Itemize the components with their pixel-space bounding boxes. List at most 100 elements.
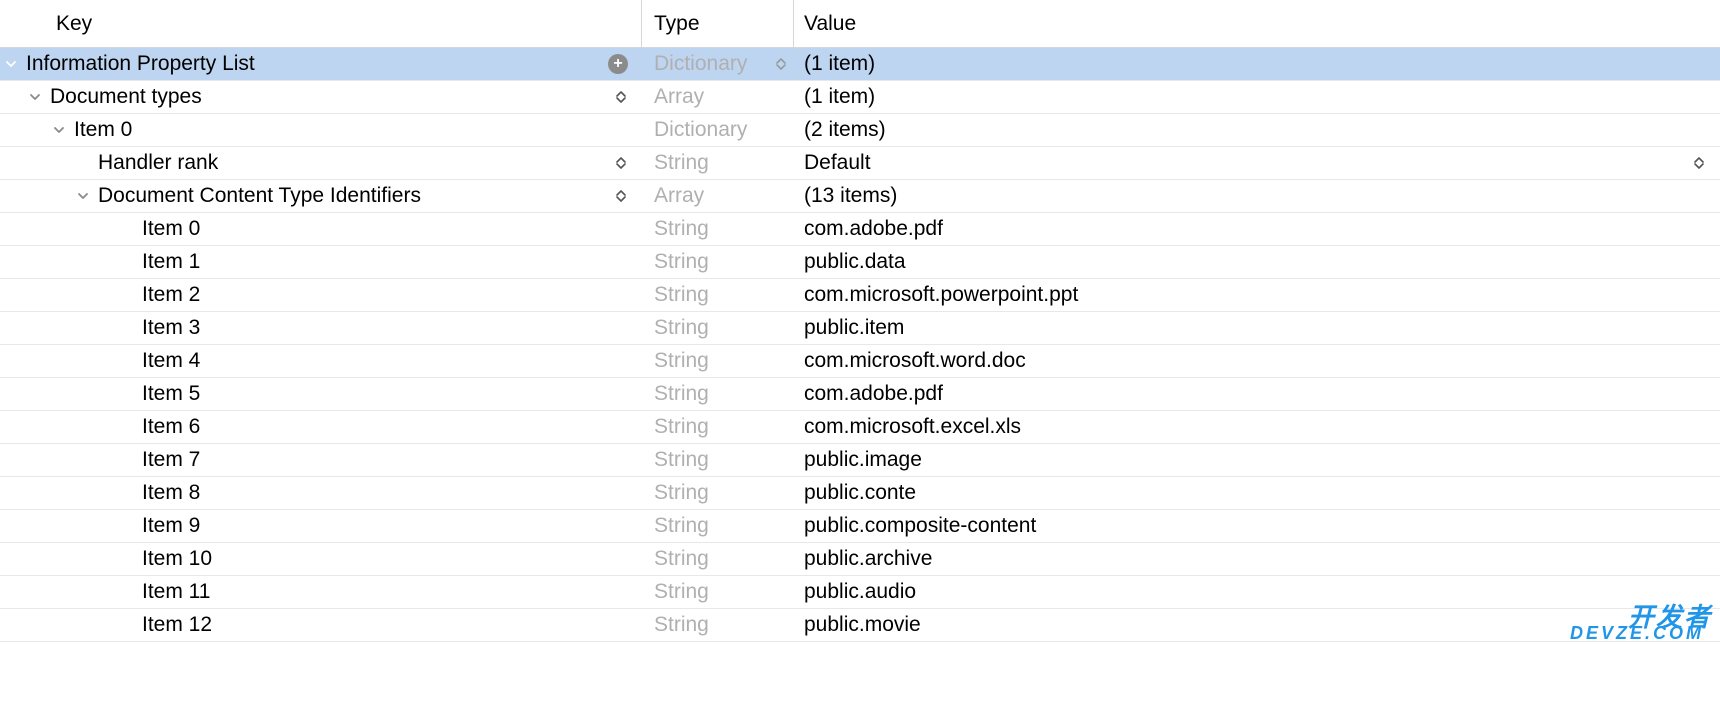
key-cell[interactable]: Item 9 — [0, 510, 642, 542]
type-cell[interactable]: String — [642, 543, 794, 575]
key-cell[interactable]: Item 11 — [0, 576, 642, 608]
type-cell[interactable]: Dictionary — [642, 48, 794, 80]
value-cell[interactable]: com.adobe.pdf — [794, 378, 1720, 410]
type-text: String — [654, 448, 709, 472]
table-row[interactable]: Item 9 String public.composite-content — [0, 510, 1720, 543]
value-text: com.microsoft.excel.xls — [804, 415, 1021, 439]
key-cell[interactable]: Item 1 — [0, 246, 642, 278]
value-cell[interactable]: (1 item) — [794, 48, 1720, 80]
key-cell[interactable]: Document types — [0, 81, 642, 113]
type-cell[interactable]: String — [642, 312, 794, 344]
table-row[interactable]: Item 3 String public.item — [0, 312, 1720, 345]
key-cell[interactable]: Item 12 — [0, 609, 642, 641]
table-row[interactable]: Item 8Stringpublic.conte — [0, 477, 1720, 510]
type-cell[interactable]: String — [642, 477, 794, 509]
table-row[interactable]: Item 5Stringcom.adobe.pdf — [0, 378, 1720, 411]
table-row[interactable]: Information Property List+Dictionary(1 i… — [0, 48, 1720, 81]
table-row[interactable]: Document typesArray (1 item) — [0, 81, 1720, 114]
type-cell[interactable]: Array — [642, 180, 794, 212]
value-cell[interactable]: public.image — [794, 444, 1720, 476]
table-row[interactable]: Item 6 String com.microsoft.excel.xls — [0, 411, 1720, 444]
key-cell[interactable]: Item 6 — [0, 411, 642, 443]
type-cell[interactable]: String — [642, 411, 794, 443]
table-row[interactable]: Item 1Stringpublic.data — [0, 246, 1720, 279]
value-text: com.microsoft.word.doc — [804, 349, 1026, 373]
header-type[interactable]: Type — [642, 0, 794, 47]
key-inner: Item 5 — [0, 382, 642, 406]
type-stepper-icon[interactable] — [774, 54, 788, 74]
table-row[interactable]: Item 10Stringpublic.archive — [0, 543, 1720, 576]
key-cell[interactable]: Item 4 — [0, 345, 642, 377]
type-text: String — [654, 514, 709, 538]
type-text: String — [654, 316, 709, 340]
key-stepper-icon[interactable] — [614, 186, 628, 206]
plus-icon[interactable]: + — [608, 54, 628, 74]
type-cell[interactable]: String — [642, 213, 794, 245]
value-cell[interactable]: public.archive — [794, 543, 1720, 575]
value-cell[interactable]: (13 items) — [794, 180, 1720, 212]
header-key[interactable]: Key — [0, 0, 642, 47]
chevron-down-icon[interactable] — [76, 189, 90, 203]
key-text: Item 12 — [142, 613, 212, 637]
type-cell[interactable]: String — [642, 609, 794, 641]
key-cell[interactable]: Item 7 — [0, 444, 642, 476]
table-row[interactable]: Item 4 String com.microsoft.word.doc — [0, 345, 1720, 378]
type-cell[interactable]: Dictionary — [642, 114, 794, 146]
value-cell[interactable]: Default — [794, 147, 1720, 179]
value-cell[interactable]: public.conte — [794, 477, 1720, 509]
type-cell[interactable]: String — [642, 576, 794, 608]
key-cell[interactable]: Item 3 — [0, 312, 642, 344]
key-cell[interactable]: Handler rank — [0, 147, 642, 179]
value-cell[interactable]: com.microsoft.powerpoint.ppt — [794, 279, 1720, 311]
table-row[interactable]: Item 11Stringpublic.audio — [0, 576, 1720, 609]
table-row[interactable]: Item 7 String public.image — [0, 444, 1720, 477]
table-row[interactable]: Handler rank String Default — [0, 147, 1720, 180]
key-cell[interactable]: Item 8 — [0, 477, 642, 509]
type-cell[interactable]: String — [642, 510, 794, 542]
value-cell[interactable]: com.adobe.pdf — [794, 213, 1720, 245]
key-stepper-icon[interactable] — [614, 87, 628, 107]
table-row[interactable]: Item 12 Stringpublic.movie — [0, 609, 1720, 642]
table-row[interactable]: Item 0Stringcom.adobe.pdf — [0, 213, 1720, 246]
chevron-down-icon[interactable] — [28, 90, 42, 104]
value-cell[interactable]: com.microsoft.excel.xls — [794, 411, 1720, 443]
key-stepper-icon[interactable] — [614, 153, 628, 173]
key-cell[interactable]: Item 0 — [0, 114, 642, 146]
type-text: String — [654, 349, 709, 373]
value-text: Default — [804, 151, 871, 175]
value-cell[interactable]: public.audio — [794, 576, 1720, 608]
key-cell[interactable]: Information Property List+ — [0, 48, 642, 80]
table-row[interactable]: Item 0Dictionary(2 items) — [0, 114, 1720, 147]
type-text: String — [654, 415, 709, 439]
value-stepper-icon[interactable] — [1692, 153, 1706, 173]
key-text: Handler rank — [98, 151, 218, 175]
type-cell[interactable]: String — [642, 378, 794, 410]
chevron-down-icon[interactable] — [52, 123, 66, 137]
header-value[interactable]: Value — [794, 0, 1720, 47]
type-cell[interactable]: String — [642, 279, 794, 311]
key-cell[interactable]: Item 0 — [0, 213, 642, 245]
value-cell[interactable]: public.data — [794, 246, 1720, 278]
value-cell[interactable]: public.composite-content — [794, 510, 1720, 542]
key-cell[interactable]: Item 2 — [0, 279, 642, 311]
value-cell[interactable]: (2 items) — [794, 114, 1720, 146]
key-text: Item 7 — [142, 448, 200, 472]
value-cell[interactable]: com.microsoft.word.doc — [794, 345, 1720, 377]
table-row[interactable]: Document Content Type Identifiers Array(1… — [0, 180, 1720, 213]
type-cell[interactable]: String — [642, 147, 794, 179]
type-cell[interactable]: String — [642, 345, 794, 377]
key-cell[interactable]: Item 10 — [0, 543, 642, 575]
key-cell[interactable]: Item 5 — [0, 378, 642, 410]
type-cell[interactable]: String — [642, 246, 794, 278]
type-cell[interactable]: Array — [642, 81, 794, 113]
value-text: (1 item) — [804, 85, 875, 109]
key-text: Document Content Type Identifiers — [98, 184, 421, 208]
value-cell[interactable]: (1 item) — [794, 81, 1720, 113]
chevron-down-icon[interactable] — [4, 57, 18, 71]
value-cell[interactable]: public.movie — [794, 609, 1720, 641]
value-cell[interactable]: public.item — [794, 312, 1720, 344]
key-cell[interactable]: Document Content Type Identifiers — [0, 180, 642, 212]
key-inner: Item 4 — [0, 349, 642, 373]
table-row[interactable]: Item 2Stringcom.microsoft.powerpoint.ppt — [0, 279, 1720, 312]
type-cell[interactable]: String — [642, 444, 794, 476]
